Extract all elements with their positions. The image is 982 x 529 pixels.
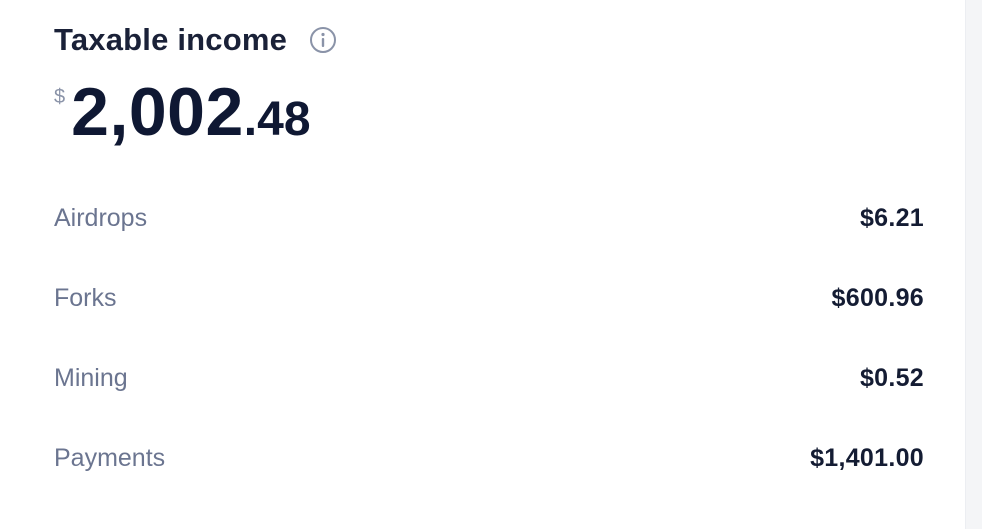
card-header: Taxable income — [54, 22, 337, 58]
breakdown-row-payments: Payments $1,401.00 — [54, 418, 924, 498]
row-label: Payments — [54, 443, 166, 472]
total-whole-part: 2,002 — [71, 74, 244, 150]
row-label: Mining — [54, 363, 128, 392]
breakdown-row-airdrops: Airdrops $6.21 — [54, 178, 924, 258]
info-icon[interactable] — [309, 26, 337, 54]
breakdown-row-forks: Forks $600.96 — [54, 258, 924, 338]
total-decimal-part: .48 — [243, 93, 311, 146]
row-value: $600.96 — [831, 283, 924, 312]
row-value: $1,401.00 — [810, 443, 924, 472]
row-value: $6.21 — [859, 203, 924, 232]
breakdown-row-mining: Mining $0.52 — [54, 338, 924, 418]
currency-symbol: $ — [54, 86, 66, 108]
taxable-income-card: Taxable income $ 2,002 .48 Airdrops $6.2… — [0, 0, 966, 529]
row-value: $0.52 — [859, 363, 924, 392]
total-amount: $ 2,002 .48 — [54, 76, 311, 148]
row-label: Forks — [54, 283, 117, 312]
row-label: Airdrops — [54, 203, 148, 232]
income-breakdown-list: Airdrops $6.21 Forks $600.96 Mining $0.5… — [54, 178, 924, 498]
card-title: Taxable income — [54, 22, 288, 57]
